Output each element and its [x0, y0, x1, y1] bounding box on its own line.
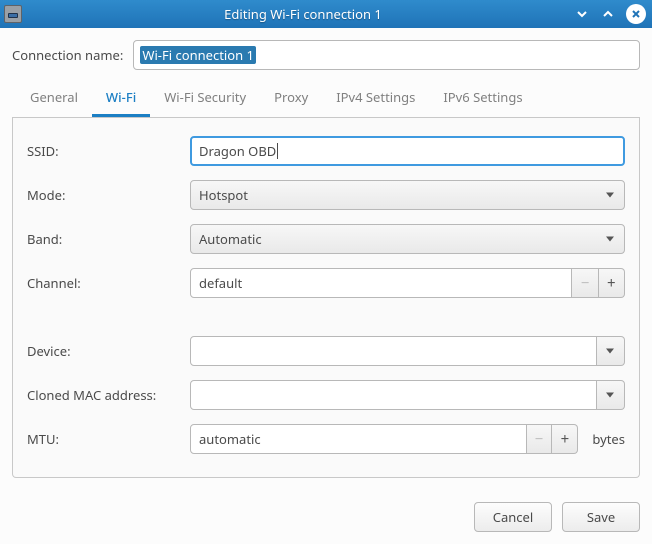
text-cursor: [277, 143, 278, 159]
tab-general[interactable]: General: [16, 80, 92, 117]
close-icon: [631, 9, 641, 19]
section-gap: [27, 312, 625, 322]
wifi-tab-page: SSID: Dragon OBD Mode: Hotspot Band: Aut…: [12, 118, 640, 478]
plus-icon: +: [561, 429, 570, 449]
device-input[interactable]: [190, 336, 597, 366]
close-button[interactable]: [626, 4, 646, 24]
channel-input[interactable]: default: [190, 268, 572, 298]
titlebar: Editing Wi-Fi connection 1: [0, 0, 652, 28]
device-label: Device:: [27, 342, 182, 360]
cloned-mac-dropdown-button[interactable]: [597, 380, 625, 410]
cloned-mac-combo: [190, 380, 625, 410]
ssid-value: Dragon OBD: [199, 142, 276, 160]
mtu-value: automatic: [199, 430, 261, 448]
collapse-down-icon[interactable]: [574, 6, 590, 22]
connection-name-label: Connection name:: [12, 46, 123, 64]
tab-proxy[interactable]: Proxy: [260, 80, 322, 117]
device-combo: [190, 336, 625, 366]
channel-value: default: [199, 274, 242, 292]
tabstrip: General Wi-Fi Wi-Fi Security Proxy IPv4 …: [12, 80, 640, 118]
connection-name-input[interactable]: Wi-Fi connection 1: [133, 40, 640, 70]
ssid-input[interactable]: Dragon OBD: [190, 136, 625, 166]
tab-ipv4-settings[interactable]: IPv4 Settings: [322, 80, 429, 117]
minus-icon: −: [581, 273, 590, 293]
channel-decrement-button[interactable]: −: [572, 268, 598, 298]
client-area: Connection name: Wi-Fi connection 1 Gene…: [0, 28, 652, 490]
tab-wifi-security[interactable]: Wi-Fi Security: [150, 80, 260, 117]
mtu-spin: automatic − +: [190, 424, 578, 454]
app-icon: [4, 5, 22, 23]
mode-value: Hotspot: [199, 186, 248, 204]
cloned-mac-input[interactable]: [190, 380, 597, 410]
tab-wifi[interactable]: Wi-Fi: [92, 80, 150, 117]
plus-icon: +: [607, 273, 616, 293]
mtu-suffix: bytes: [592, 430, 625, 448]
cloned-mac-label: Cloned MAC address:: [27, 386, 182, 404]
channel-spin: default − +: [190, 268, 625, 298]
mtu-label: MTU:: [27, 430, 182, 448]
channel-label: Channel:: [27, 274, 182, 292]
band-label: Band:: [27, 230, 182, 248]
band-value: Automatic: [199, 230, 262, 248]
save-button[interactable]: Save: [562, 502, 640, 532]
mode-dropdown[interactable]: Hotspot: [190, 180, 625, 210]
mtu-decrement-button[interactable]: −: [527, 424, 553, 454]
device-dropdown-button[interactable]: [597, 336, 625, 366]
ssid-label: SSID:: [27, 142, 182, 160]
channel-increment-button[interactable]: +: [599, 268, 625, 298]
mtu-input[interactable]: automatic: [190, 424, 527, 454]
collapse-up-icon[interactable]: [600, 6, 616, 22]
network-icon: [7, 9, 19, 19]
dialog-footer: Cancel Save: [0, 490, 652, 544]
minus-icon: −: [535, 429, 544, 449]
band-dropdown[interactable]: Automatic: [190, 224, 625, 254]
window-title: Editing Wi-Fi connection 1: [32, 5, 574, 23]
mtu-increment-button[interactable]: +: [552, 424, 578, 454]
cancel-button[interactable]: Cancel: [474, 502, 552, 532]
mode-label: Mode:: [27, 186, 182, 204]
tab-ipv6-settings[interactable]: IPv6 Settings: [429, 80, 536, 117]
connection-name-value: Wi-Fi connection 1: [140, 46, 256, 64]
